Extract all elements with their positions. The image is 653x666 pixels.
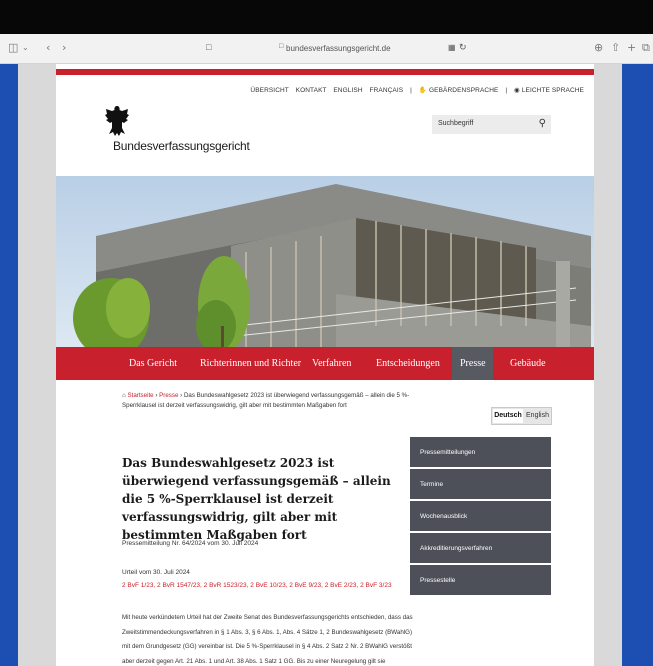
sidebar-icon[interactable]: ◫ (8, 41, 18, 55)
back-icon[interactable]: ‹ (46, 41, 50, 55)
separator: | (410, 87, 412, 94)
article-title: Das Bundeswahlgesetz 2023 ist überwiegen… (122, 456, 391, 542)
extension-icon[interactable]: ▦ (448, 43, 456, 52)
breadcrumb-home[interactable]: Startseite (127, 392, 153, 399)
nav-item-entscheidungen[interactable]: Entscheidungen (376, 358, 440, 369)
site-logo-text[interactable]: Bundesverfassungsgericht (113, 139, 250, 153)
nav-item-richterinnen-und-richter[interactable]: Richterinnen und Richter (200, 358, 301, 369)
breadcrumb: ⌂ Startseite › Presse › Das Bundeswahlge… (122, 391, 412, 411)
separator: | (505, 87, 508, 94)
breadcrumb-separator: › (180, 392, 183, 399)
language-switcher: Deutsch English (491, 407, 552, 425)
download-icon[interactable]: ⊕ (594, 41, 603, 55)
browser-toolbar: ◫ ⌄ ‹ › □ □ bundesverfassungsgericht.de … (0, 34, 653, 64)
url-text: bundesverfassungsgericht.de (286, 44, 391, 53)
article-body: Mit heute verkündetem Urteil hat der Zwe… (122, 614, 413, 665)
chevron-down-icon[interactable]: ⌄ (22, 41, 29, 55)
press-release-number: Pressemitteilung Nr. 64/2024 vom 30. Jul… (122, 540, 259, 547)
top-accent-bar (56, 69, 594, 75)
nav-item-presse[interactable]: Presse (460, 358, 486, 369)
sign-language-icon: ✋ (418, 87, 428, 94)
service-link-french[interactable]: FRANÇAIS (370, 87, 404, 94)
service-link-sign-language[interactable]: GEBÄRDENSPRACHE (429, 87, 498, 94)
hero-building-image (56, 176, 594, 348)
language-deutsch-button[interactable]: Deutsch (493, 409, 523, 423)
search-placeholder: Suchbegriff (438, 120, 474, 127)
tabs-icon[interactable]: ⧉ (642, 41, 650, 55)
language-english-button[interactable]: English (524, 409, 551, 423)
nav-item-verfahren[interactable]: Verfahren (312, 358, 351, 369)
search-input[interactable]: Suchbegriff ⚲ (432, 115, 551, 134)
main-navigation: Das Gericht Richterinnen und Richter Ver… (56, 347, 594, 380)
case-numbers-link[interactable]: 2 BvF 1/23, 2 BvR 1547/23, 2 BvR 1523/23… (122, 582, 392, 589)
service-link-easy-language[interactable]: LEICHTE SPRACHE (522, 87, 584, 94)
breadcrumb-presse[interactable]: Presse (159, 392, 178, 399)
press-sidebar: Pressemitteilungen Termine Wochenausblic… (410, 437, 551, 597)
sidebar-item-pressemitteilungen[interactable]: Pressemitteilungen (410, 437, 551, 467)
sidebar-item-wochenausblick[interactable]: Wochenausblick (410, 501, 551, 531)
browser-viewport: ÜBERSICHT KONTAKT ENGLISH FRANÇAIS | ✋ GE… (18, 64, 622, 666)
new-tab-icon[interactable]: + (627, 41, 636, 55)
breadcrumb-separator: › (155, 392, 158, 399)
sidebar-item-pressestelle[interactable]: Pressestelle (410, 565, 551, 595)
share-icon[interactable]: ⇧ (611, 41, 620, 55)
sidebar-item-termine[interactable]: Termine (410, 469, 551, 499)
service-link-english[interactable]: ENGLISH (333, 87, 362, 94)
system-menu-bar (0, 0, 653, 34)
judgment-date: Urteil vom 30. Juli 2024 (122, 569, 190, 576)
search-icon[interactable]: ⚲ (539, 118, 546, 129)
eagle-logo-icon[interactable] (104, 105, 130, 137)
page-icon: □ (206, 42, 212, 52)
home-icon[interactable]: ⌂ (122, 392, 126, 399)
sidebar-item-akkreditierungsverfahren[interactable]: Akkreditierungsverfahren (410, 533, 551, 563)
forward-icon[interactable]: › (62, 41, 66, 55)
web-page: ÜBERSICHT KONTAKT ENGLISH FRANÇAIS | ✋ GE… (56, 64, 594, 666)
service-navigation: ÜBERSICHT KONTAKT ENGLISH FRANÇAIS | ✋ GE… (245, 86, 584, 94)
lock-icon: □ (279, 43, 284, 50)
service-link-contact[interactable]: KONTAKT (296, 87, 327, 94)
nav-item-gebaeude[interactable]: Gebäude (510, 358, 546, 369)
nav-item-das-gericht[interactable]: Das Gericht (129, 358, 177, 369)
reload-icon[interactable]: ↻ (459, 42, 467, 53)
address-bar[interactable]: □ □ bundesverfassungsgericht.de ▦ ↻ (206, 40, 469, 58)
service-link-overview[interactable]: ÜBERSICHT (250, 87, 288, 94)
easy-language-icon: ◉ (514, 87, 520, 94)
